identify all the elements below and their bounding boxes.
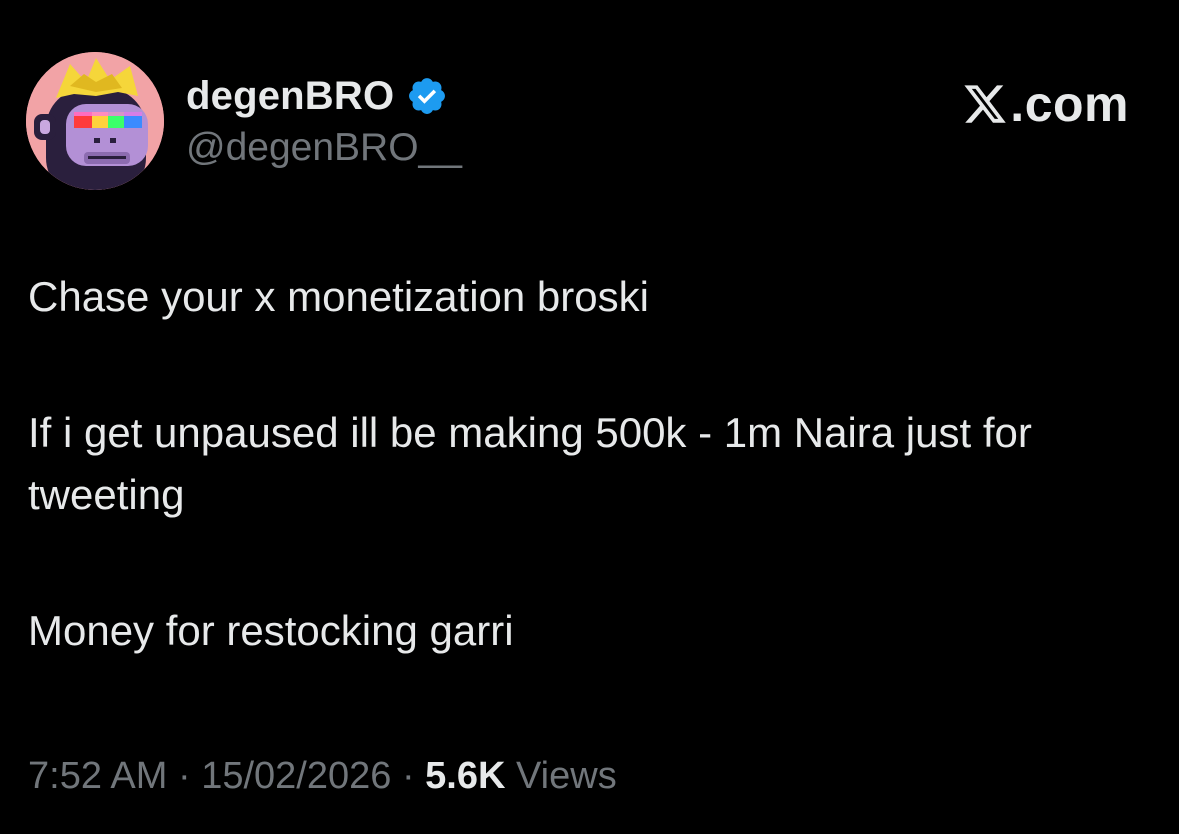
meta-separator: ·: [401, 755, 415, 797]
tweet-paragraph: Money for restocking garri: [28, 607, 514, 654]
tweet-paragraph: If i get unpaused ill be making 500k - 1…: [28, 409, 1032, 518]
tweet-text: Chase your x monetization broski If i ge…: [28, 266, 1148, 662]
user-handle[interactable]: @degenBRO__: [186, 126, 462, 170]
views-label: Views: [516, 755, 617, 797]
name-row: degenBRO: [186, 70, 462, 122]
pixel-ape-avatar-icon: [26, 52, 164, 190]
tweet-paragraph: Chase your x monetization broski: [28, 273, 649, 320]
brand-text: .com: [1010, 76, 1129, 132]
tweet-card: degenBRO @degenBRO__ .com Chase your x m…: [0, 0, 1179, 834]
meta-separator: ·: [177, 755, 191, 797]
avatar[interactable]: [26, 52, 164, 190]
views-count[interactable]: 5.6K: [425, 755, 505, 797]
brand-watermark: .com: [962, 74, 1129, 134]
display-name[interactable]: degenBRO: [186, 74, 394, 119]
x-logo-icon: [962, 81, 1008, 127]
author-block: degenBRO @degenBRO__: [186, 70, 462, 170]
tweet-meta: 7:52 AM · 15/02/2026 · 5.6K Views: [28, 755, 617, 798]
verified-badge-icon[interactable]: [406, 75, 448, 117]
tweet-time[interactable]: 7:52 AM: [28, 755, 167, 797]
tweet-date[interactable]: 15/02/2026: [201, 755, 391, 797]
